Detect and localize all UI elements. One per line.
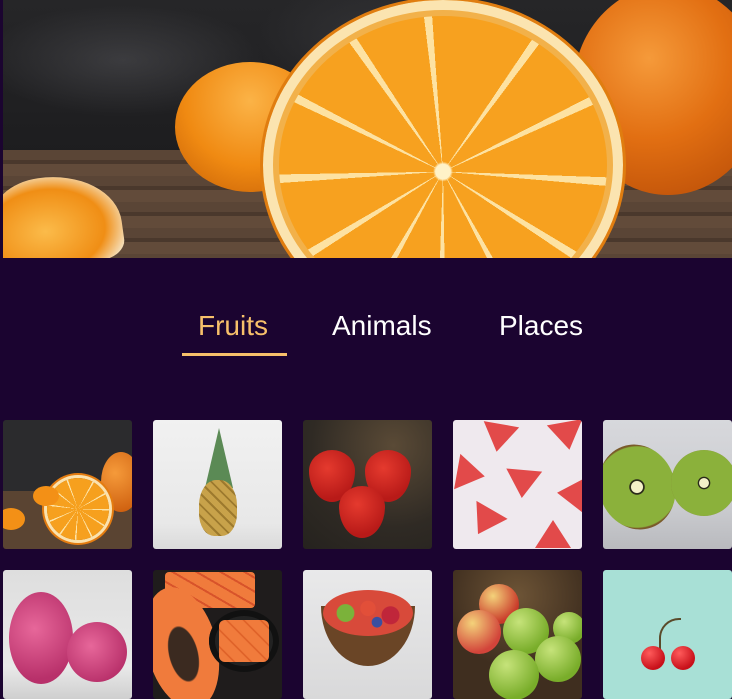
gallery-item-papaya[interactable] [153,570,282,699]
tab-fruits[interactable]: Fruits [198,308,268,344]
gallery-item-strawberries[interactable] [303,420,432,549]
gallery-item-watermelon[interactable] [453,420,582,549]
gallery-item-apples[interactable] [453,570,582,699]
category-tabs: Fruits Animals Places [0,300,732,360]
gallery-item-oranges[interactable] [3,420,132,549]
gallery-item-dragon-fruit[interactable] [3,570,132,699]
active-tab-underline [182,353,287,356]
gallery-item-cherries[interactable] [603,570,732,699]
hero-image [3,0,732,258]
tab-animals[interactable]: Animals [332,308,432,344]
tab-places[interactable]: Places [499,308,583,344]
gallery-item-fruit-bowl[interactable] [303,570,432,699]
gallery-item-kiwi[interactable] [603,420,732,549]
gallery-item-pineapple[interactable] [153,420,282,549]
